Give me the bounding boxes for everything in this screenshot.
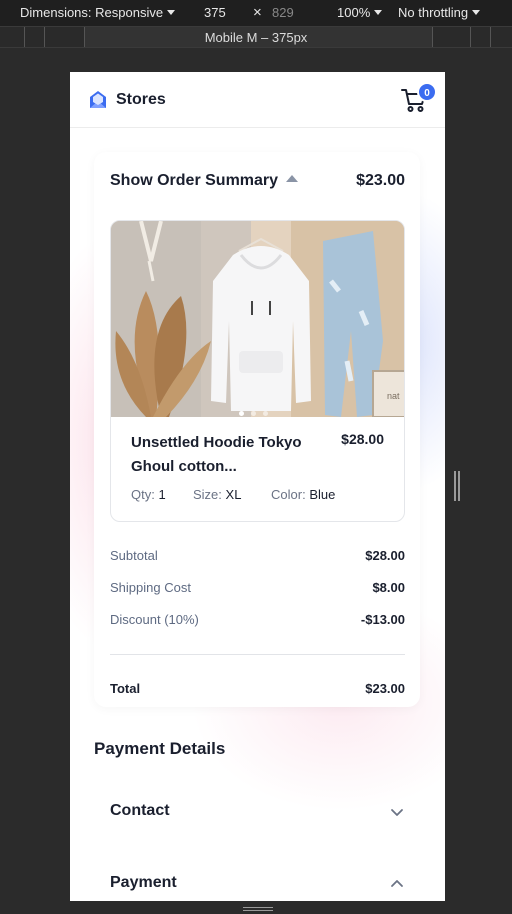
throttling-dropdown[interactable]: No throttling xyxy=(398,5,481,20)
product-color: Color: Blue xyxy=(271,487,335,502)
product-price: $28.00 xyxy=(341,431,384,447)
device-label: Mobile M – 375px xyxy=(204,30,308,45)
image-carousel-dots[interactable] xyxy=(239,403,275,421)
line-value: $28.00 xyxy=(365,548,405,563)
carousel-dot[interactable] xyxy=(239,411,244,416)
dimensions-dropdown[interactable]: Dimensions: Responsive xyxy=(20,5,176,20)
resize-handle-bottom[interactable] xyxy=(243,907,273,911)
zoom-dropdown[interactable]: 100% xyxy=(337,5,383,20)
order-summary-card: Show Order Summary $23.00 nat Unsettled … xyxy=(94,152,420,707)
brand-name[interactable]: Stores xyxy=(116,91,166,109)
chevron-down-icon[interactable] xyxy=(389,804,405,820)
media-query-ruler[interactable]: Mobile M – 375px xyxy=(0,26,512,48)
product-name[interactable]: Unsettled Hoodie Tokyo Ghoul cotton... xyxy=(131,431,321,479)
total-label: Total xyxy=(110,681,141,696)
top-navbar: Stores 0 xyxy=(70,72,445,128)
product-size: Size: XL xyxy=(193,487,241,502)
zoom-label: 100% xyxy=(337,5,371,20)
total-value: $23.00 xyxy=(365,681,405,696)
caret-down-icon xyxy=(374,10,383,15)
width-input[interactable]: 375 xyxy=(204,5,226,20)
carousel-dot[interactable] xyxy=(263,411,268,416)
frame-text: nat xyxy=(387,391,400,401)
order-summary-toggle[interactable]: Show Order Summary xyxy=(110,172,278,190)
caret-up-icon[interactable] xyxy=(286,175,298,182)
line-value: -$13.00 xyxy=(360,612,405,627)
resize-handle-right[interactable] xyxy=(454,471,460,501)
divider xyxy=(110,654,405,655)
dimensions-label: Dimensions: Responsive xyxy=(20,5,164,20)
color-label: Color: xyxy=(271,487,306,502)
line-value: $8.00 xyxy=(372,580,405,595)
cart-count-badge: 0 xyxy=(417,82,437,102)
line-label: Subtotal xyxy=(110,548,158,563)
mobile-viewport: Stores 0 Show Order Summary $23.00 nat U… xyxy=(70,72,445,901)
carousel-dot[interactable] xyxy=(251,411,256,416)
line-label: Shipping Cost xyxy=(110,580,191,595)
order-summary-total: $23.00 xyxy=(356,172,405,189)
height-input[interactable]: 829 xyxy=(272,5,294,20)
accordion-payment[interactable]: Payment xyxy=(110,874,405,898)
payment-details-title: Payment Details xyxy=(94,739,226,758)
product-image[interactable]: nat xyxy=(111,221,405,417)
size-label: Size: xyxy=(193,487,222,502)
size-value: XL xyxy=(225,487,242,502)
color-value: Blue xyxy=(309,487,336,502)
accordion-label: Payment xyxy=(110,874,177,891)
qty-value: 1 xyxy=(158,487,166,502)
line-label: Discount (10%) xyxy=(110,612,199,627)
store-logo-icon[interactable] xyxy=(88,90,108,110)
devtools-toolbar: Dimensions: Responsive 375 × 829 100% No… xyxy=(0,0,512,26)
product-qty: Qty: 1 xyxy=(131,487,166,502)
qty-label: Qty: xyxy=(131,487,155,502)
accordion-contact[interactable]: Contact xyxy=(110,802,405,826)
chevron-up-icon[interactable] xyxy=(389,876,405,892)
throttling-label: No throttling xyxy=(398,5,469,20)
dimension-separator: × xyxy=(253,4,262,21)
caret-down-icon xyxy=(472,10,481,15)
caret-down-icon xyxy=(167,10,176,15)
accordion-label: Contact xyxy=(110,802,170,819)
product-card: nat Unsettled Hoodie Tokyo Ghoul cotton.… xyxy=(110,220,405,522)
